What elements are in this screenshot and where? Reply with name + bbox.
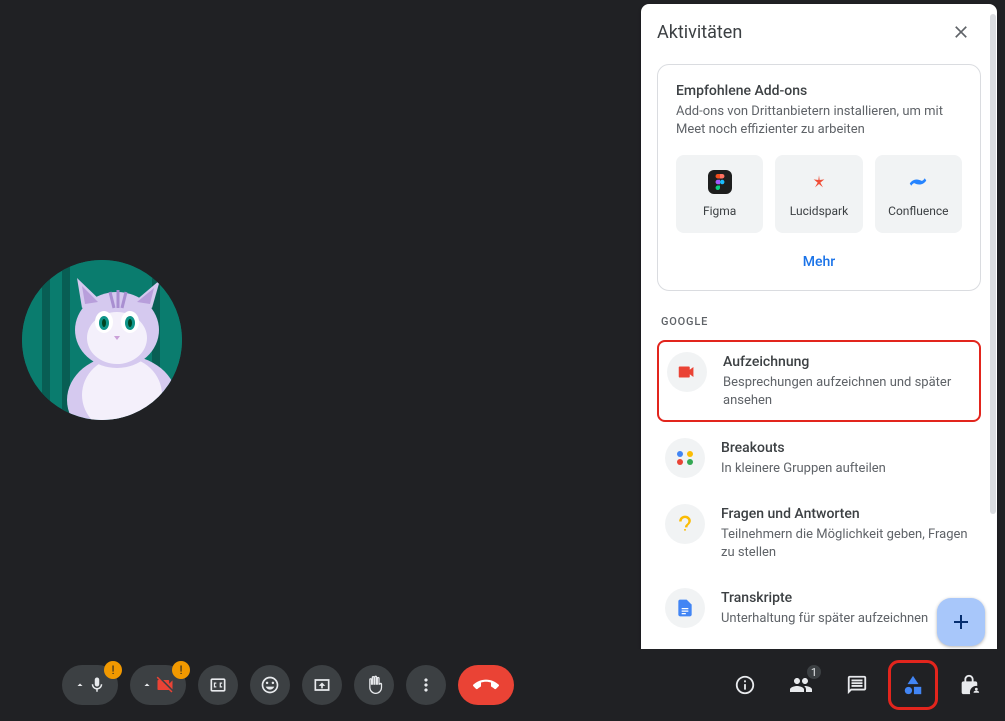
- raise-hand-button[interactable]: [354, 665, 394, 705]
- figma-icon: [708, 170, 732, 194]
- activity-title: Breakouts: [721, 438, 973, 458]
- breakouts-icon: [665, 438, 705, 478]
- captions-button[interactable]: [198, 665, 238, 705]
- activity-title: Transkripte: [721, 588, 973, 608]
- confluence-icon: [906, 170, 930, 194]
- activities-panel: Aktivitäten Empfohlene Add-ons Add-ons v…: [641, 4, 997, 658]
- activity-transcripts[interactable]: Transkripte Unterhaltung für später aufz…: [657, 578, 981, 638]
- end-call-button[interactable]: [458, 665, 514, 705]
- chevron-up-icon: [141, 679, 153, 691]
- participant-avatar: [22, 260, 182, 420]
- camera-warning-badge: !: [172, 661, 190, 679]
- present-button[interactable]: [302, 665, 342, 705]
- more-options-button[interactable]: [406, 665, 446, 705]
- meeting-info-button[interactable]: [725, 665, 765, 705]
- host-controls-button[interactable]: [949, 665, 989, 705]
- addon-label: Confluence: [888, 204, 948, 218]
- camera-button[interactable]: !: [130, 665, 186, 705]
- panel-header: Aktivitäten: [641, 4, 997, 60]
- addon-lucidspark[interactable]: Lucidspark: [775, 155, 862, 233]
- lock-person-icon: [958, 674, 980, 696]
- addons-card: Empfohlene Add-ons Add-ons von Drittanbi…: [657, 64, 981, 291]
- call-end-icon: [473, 672, 499, 698]
- activity-list: Aufzeichnung Besprechungen aufzeichnen u…: [657, 340, 981, 638]
- addon-label: Figma: [703, 204, 736, 218]
- plus-icon: [949, 610, 973, 634]
- question-icon: [665, 504, 705, 544]
- addons-row: Figma Lucidspark Confluence: [676, 155, 962, 233]
- activity-desc: In kleinere Gruppen aufteilen: [721, 460, 973, 478]
- addon-figma[interactable]: Figma: [676, 155, 763, 233]
- reactions-button[interactable]: [250, 665, 290, 705]
- cat-avatar-illustration: [22, 260, 182, 420]
- activity-desc: Unterhaltung für später aufzeichnen: [721, 610, 973, 628]
- close-button[interactable]: [941, 12, 981, 52]
- activity-breakouts[interactable]: Breakouts In kleinere Gruppen aufteilen: [657, 428, 981, 488]
- hand-icon: [364, 675, 384, 695]
- more-addons: Mehr: [676, 251, 962, 270]
- recording-icon: [667, 352, 707, 392]
- camera-off-icon: [155, 675, 175, 695]
- panel-title: Aktivitäten: [657, 22, 742, 43]
- activity-desc: Teilnehmern die Möglichkeit geben, Frage…: [721, 526, 973, 562]
- captions-icon: [208, 675, 228, 695]
- more-vertical-icon: [416, 675, 436, 695]
- add-fab[interactable]: [937, 598, 985, 646]
- chat-icon: [846, 674, 868, 696]
- chat-button[interactable]: [837, 665, 877, 705]
- addon-confluence[interactable]: Confluence: [875, 155, 962, 233]
- chevron-up-icon: [74, 679, 86, 691]
- activities-button[interactable]: [893, 665, 933, 705]
- section-google-header: Google: [661, 315, 981, 328]
- mic-icon: [88, 676, 106, 694]
- panel-body: Empfohlene Add-ons Add-ons von Drittanbi…: [641, 60, 997, 658]
- shapes-icon: [902, 674, 924, 696]
- activity-title: Aufzeichnung: [723, 352, 971, 372]
- activity-desc: Besprechungen aufzeichnen und später ans…: [723, 374, 971, 410]
- center-controls: ! !: [62, 665, 514, 705]
- present-icon: [312, 675, 332, 695]
- close-icon: [951, 22, 971, 42]
- activity-qna[interactable]: Fragen und Antworten Teilnehmern die Mög…: [657, 494, 981, 572]
- addons-title: Empfohlene Add-ons: [676, 83, 962, 99]
- lucidspark-icon: [807, 170, 831, 194]
- more-addons-link[interactable]: Mehr: [803, 254, 835, 270]
- mic-button[interactable]: !: [62, 665, 118, 705]
- right-controls: 1: [725, 665, 989, 705]
- activity-recording[interactable]: Aufzeichnung Besprechungen aufzeichnen u…: [657, 340, 981, 422]
- emoji-icon: [260, 675, 280, 695]
- info-icon: [734, 674, 756, 696]
- addons-subtitle: Add-ons von Drittanbietern installieren,…: [676, 103, 962, 139]
- participants-button[interactable]: 1: [781, 665, 821, 705]
- transcripts-icon: [665, 588, 705, 628]
- bottom-toolbar: ! ! 1: [0, 649, 1005, 721]
- addon-label: Lucidspark: [790, 204, 848, 218]
- participants-count-badge: 1: [805, 663, 823, 681]
- mic-warning-badge: !: [104, 661, 122, 679]
- activity-title: Fragen und Antworten: [721, 504, 973, 524]
